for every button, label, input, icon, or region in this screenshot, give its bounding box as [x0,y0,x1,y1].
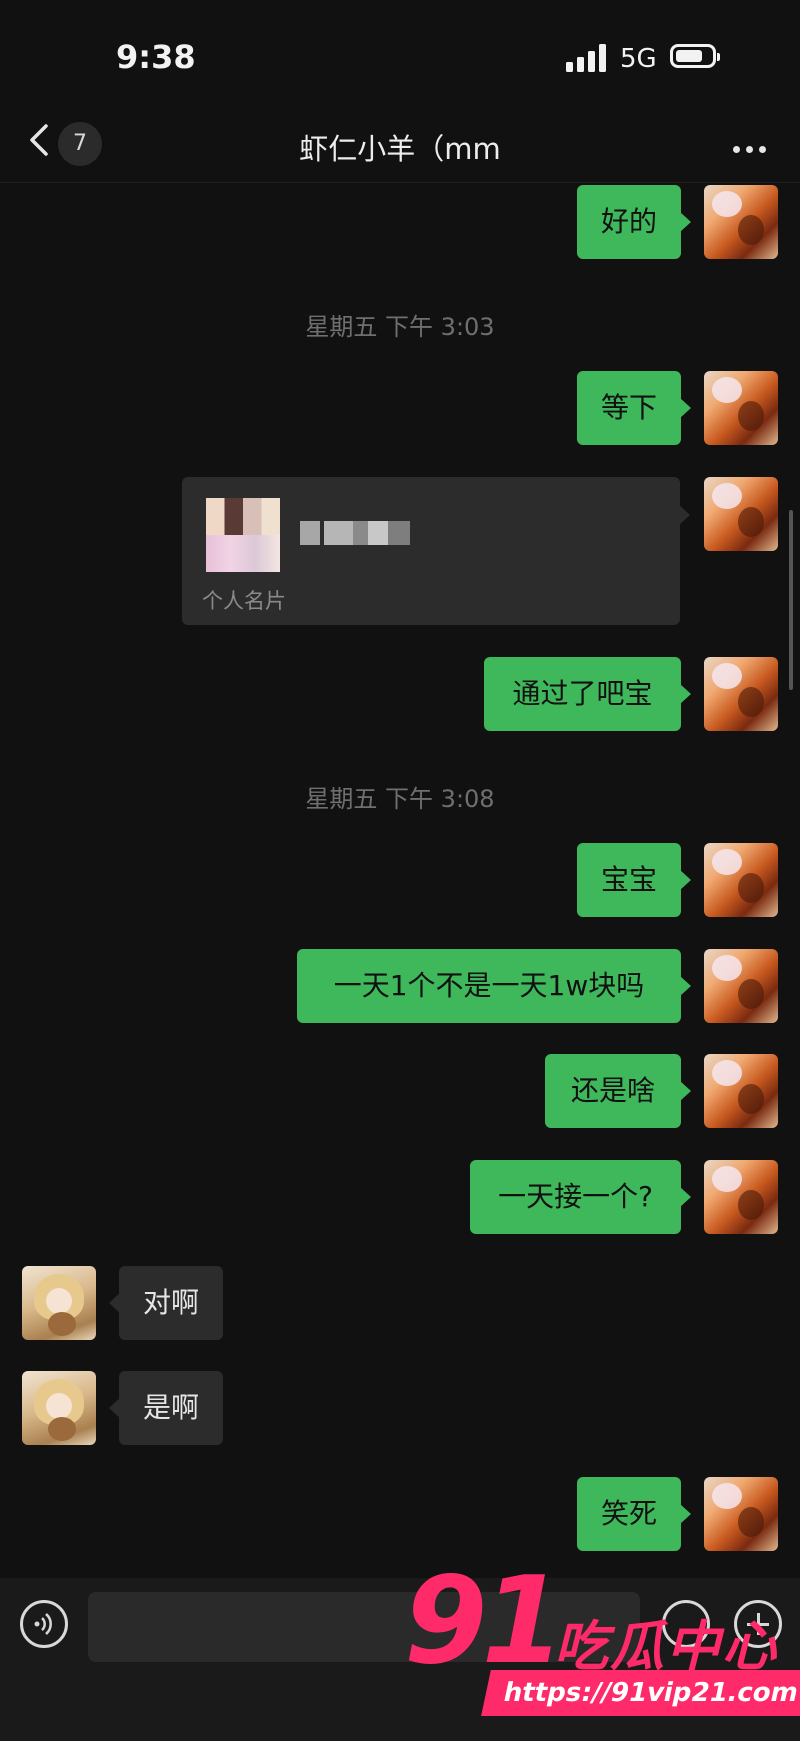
my-avatar[interactable] [704,1054,778,1128]
message-bubble-incoming[interactable]: 是啊 [109,1371,223,1445]
timestamp: 星期五 下午 3:08 [305,785,495,813]
my-avatar[interactable] [704,843,778,917]
my-avatar[interactable] [704,1477,778,1551]
my-avatar[interactable] [704,1160,778,1234]
my-avatar[interactable] [704,657,778,731]
status-time: 9:38 [116,38,196,76]
contact-card-avatar [206,498,280,572]
my-avatar[interactable] [704,477,778,551]
timestamp: 星期五 下午 3:03 [305,313,495,341]
message-bubble-outgoing[interactable]: 一天接一个? [470,1160,691,1234]
message-bubble-outgoing[interactable]: 笑死 [577,1477,691,1551]
chat-header: 7 虾仁小羊（mm [0,100,800,183]
my-avatar[interactable] [704,185,778,259]
message-bubble-outgoing[interactable]: 好的 [577,185,691,259]
battery-icon [670,44,720,68]
watermark: 91 吃瓜中心 https://91vip21.com [404,1562,800,1741]
message-bubble-incoming[interactable]: 对啊 [109,1266,223,1340]
my-avatar[interactable] [704,949,778,1023]
contact-avatar[interactable] [22,1266,96,1340]
scrollbar[interactable] [789,510,793,690]
watermark-url: https://91vip21.com [481,1670,800,1716]
contact-card-name-blurred [300,521,410,545]
signal-icon [566,44,606,72]
message-bubble-outgoing[interactable]: 等下 [577,371,691,445]
chat-title: 虾仁小羊（mm [299,132,501,166]
my-avatar[interactable] [704,371,778,445]
contact-card-label: 个人名片 [202,589,286,613]
voice-icon[interactable] [20,1600,68,1648]
contact-card[interactable]: 个人名片 [182,477,690,625]
network-type: 5G [620,44,657,74]
contact-avatar[interactable] [22,1371,96,1445]
message-bubble-outgoing[interactable]: 通过了吧宝 [484,657,691,731]
message-bubble-outgoing[interactable]: 一天1个不是一天1w块吗 [297,949,691,1023]
watermark-number: 91 [404,1552,565,1691]
message-bubble-outgoing[interactable]: 宝宝 [577,843,691,917]
more-dots-icon[interactable] [727,138,766,157]
status-bar: 9:38 5G [0,0,800,100]
message-bubble-outgoing[interactable]: 还是啥 [545,1054,691,1128]
